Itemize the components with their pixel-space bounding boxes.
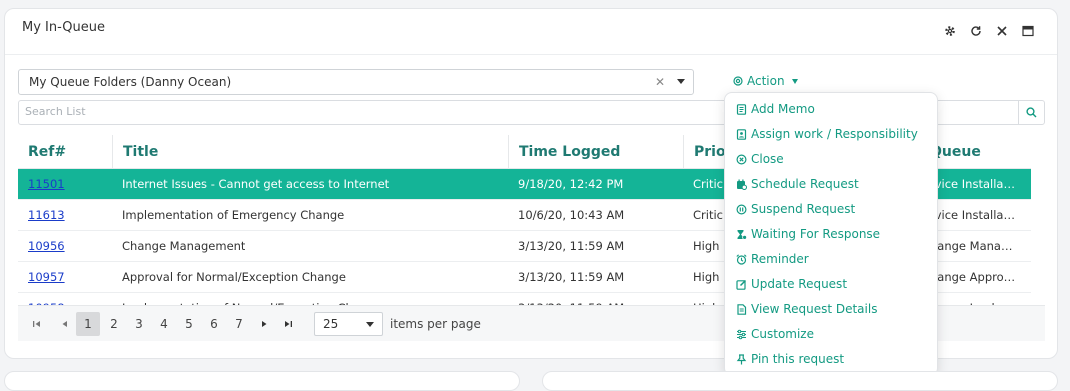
chevron-down-icon [366,322,374,327]
action-dropdown-menu: Add Memo Assign work / Responsibility Cl… [724,92,938,376]
title-cell: Internet Issues - Cannot get access to I… [122,177,390,191]
queue-cell: rvice Installa… [930,177,1015,191]
assign-icon [736,128,747,140]
page-3[interactable]: 3 [131,312,147,336]
next-page-icon[interactable] [256,312,272,336]
column-header-time-logged[interactable]: Time Logged [508,135,683,169]
action-label: Action [747,74,785,88]
sliders-icon [737,329,746,339]
chevron-down-icon[interactable] [677,79,685,84]
page-size-select[interactable]: 25 [314,312,383,336]
ref-link[interactable]: 11613 [18,200,65,231]
last-page-icon[interactable] [280,312,296,336]
search-input[interactable] [25,105,705,118]
queue-cell: hange Mana… [930,239,1013,253]
priority-cell: Critic [693,177,723,191]
time-cell: 3/13/20, 11:59 AM [518,239,625,253]
menu-item-reminder[interactable]: Reminder [736,249,809,269]
ref-link[interactable]: 11501 [18,169,65,200]
queue-cell: rvice Installa… [930,208,1015,222]
queue-folder-select[interactable]: My Queue Folders (Danny Ocean) ✕ [18,69,694,95]
page-6[interactable]: 6 [206,312,222,336]
clear-selection-icon[interactable]: ✕ [655,75,665,89]
queue-folder-value: My Queue Folders (Danny Ocean) [29,75,232,89]
column-header-ref[interactable]: Ref# [18,135,112,169]
column-header-title[interactable]: Title [112,135,508,169]
search-button[interactable] [1018,101,1044,124]
calendar-icon [737,179,747,190]
priority-cell: High [693,239,720,253]
action-button[interactable]: Action [732,74,798,88]
hourglass-icon [737,229,747,240]
edit-icon [736,279,747,290]
menu-item-customize[interactable]: Customize [736,324,814,344]
lower-panel-right [542,371,1058,391]
close-circle-icon [736,153,747,165]
pin-icon [736,353,747,364]
priority-cell: Critic [693,208,723,222]
gear-icon[interactable] [943,24,957,38]
priority-cell: High [693,270,720,284]
menu-item-assign-work[interactable]: Assign work / Responsibility [736,124,918,144]
refresh-icon[interactable] [969,24,983,38]
page-size-value: 25 [323,317,339,331]
caret-down-icon [791,78,798,84]
time-cell: 9/18/20, 12:42 PM [518,177,624,191]
page-5[interactable]: 5 [181,312,197,336]
menu-item-schedule-request[interactable]: Schedule Request [736,174,859,194]
items-per-page-label: items per page [390,317,481,331]
title-cell: Implementation of Emergency Change [122,208,345,222]
menu-item-suspend-request[interactable]: Suspend Request [736,199,855,219]
menu-item-waiting-for-response[interactable]: Waiting For Response [736,224,880,244]
panel-controls [943,24,1035,38]
menu-item-close[interactable]: Close [736,149,784,169]
alarm-icon [736,253,747,265]
pause-icon [736,203,747,215]
first-page-icon[interactable] [28,312,44,336]
page-4[interactable]: 4 [156,312,172,336]
document-icon [737,303,747,315]
menu-item-update-request[interactable]: Update Request [736,274,847,294]
gear-icon [733,76,743,86]
panel-title: My In-Queue [22,20,105,35]
page-7[interactable]: 7 [231,312,247,336]
time-cell: 3/13/20, 11:59 AM [518,270,625,284]
queue-cell: hange Appro… [930,270,1016,284]
column-header-queue[interactable]: Queue [926,135,1031,169]
memo-icon [736,103,747,115]
panel-header: My In-Queue [5,9,1057,55]
title-cell: Change Management [122,239,246,253]
time-cell: 10/6/20, 10:43 AM [518,208,625,222]
prev-page-icon[interactable] [56,312,72,336]
menu-item-add-memo[interactable]: Add Memo [736,99,815,119]
search-icon [1026,107,1037,118]
menu-item-pin-request[interactable]: Pin this request [736,349,844,369]
maximize-icon[interactable] [1021,24,1035,38]
page-1[interactable]: 1 [76,312,100,336]
title-cell: Approval for Normal/Exception Change [122,270,346,284]
ref-link[interactable]: 10956 [18,231,65,262]
menu-item-view-request-details[interactable]: View Request Details [736,299,877,319]
page-2[interactable]: 2 [106,312,122,336]
lower-panel-left [4,371,520,391]
ref-link[interactable]: 10957 [18,262,65,293]
close-icon[interactable] [995,24,1009,38]
